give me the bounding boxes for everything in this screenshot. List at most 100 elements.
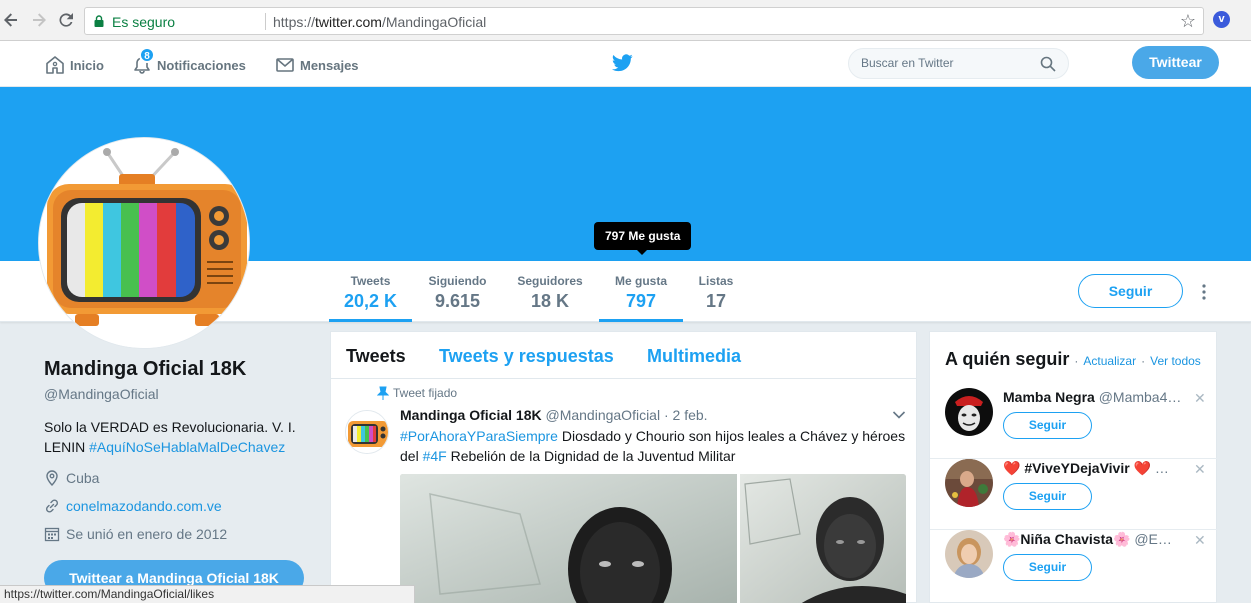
who-to-follow: A quién seguir · Actualizar · Ver todos … (929, 331, 1218, 603)
tweet-author-name[interactable]: Mandinga Oficial 18K (400, 407, 542, 423)
reload-icon[interactable] (57, 11, 75, 29)
title-separator: · (1074, 354, 1079, 368)
notification-count-badge: 8 (139, 47, 155, 63)
tweet-text-part: Rebelión de la Dignidad de la Juventud M… (446, 448, 736, 464)
nav-messages-label: Mensajes (300, 57, 359, 73)
suggestion-handle: @E… (1134, 531, 1172, 547)
stat-tweets[interactable]: Tweets 20,2 K (329, 261, 412, 322)
stat-label: Listas (698, 274, 734, 288)
bio-hashtag-link[interactable]: #AquíNoSeHablaMalDeChavez (89, 439, 285, 455)
stat-value: 9.615 (434, 291, 481, 311)
forward-icon[interactable] (30, 11, 48, 29)
stat-value: 20,2 K (343, 291, 398, 311)
nav-home[interactable]: Inicio (45, 55, 104, 75)
tweet-media[interactable] (400, 474, 906, 603)
masked-face-avatar-image (945, 388, 993, 436)
who-to-follow-title: A quién seguir (945, 349, 1070, 369)
url-host: twitter.com (315, 14, 382, 30)
suggestion-avatar[interactable] (945, 388, 993, 436)
address-divider (265, 13, 266, 30)
tweet-hashtag-link[interactable]: #4F (423, 448, 447, 464)
tweet-date[interactable]: · 2 feb. (664, 407, 708, 423)
stat-label: Siguiendo (428, 274, 487, 288)
suggestion-item: ❤️ #ViveYDejaVivir ❤️ … ✕ Seguir (930, 459, 1218, 530)
suggestion-name: Mamba Negra (1003, 389, 1095, 405)
secure-label: Es seguro (112, 14, 176, 30)
tweet-author-handle[interactable]: @MandingaOficial (545, 407, 660, 423)
dismiss-close-icon[interactable]: ✕ (1194, 461, 1206, 478)
extension-icon[interactable]: v (1213, 11, 1230, 28)
pinned-label: Tweet fijado (393, 386, 458, 400)
suggestion-avatar[interactable] (945, 530, 993, 578)
tweet-hashtag-link[interactable]: #PorAhoraYParaSiempre (400, 428, 558, 444)
title-separator: · (1141, 354, 1146, 368)
refresh-link[interactable]: Actualizar (1083, 354, 1136, 368)
suggestion-avatar[interactable] (945, 459, 993, 507)
twitter-bird-icon[interactable] (612, 54, 633, 72)
hover-underline (599, 319, 683, 322)
timeline-tabs: Tweets Tweets y respuestas Multimedia (331, 332, 916, 379)
joined-text: Se unió en enero de 2012 (66, 526, 228, 542)
likes-tooltip: 797 Me gusta (594, 222, 692, 255)
retro-tv-avatar-image (39, 138, 249, 348)
calendar-icon (44, 527, 60, 542)
tweet-header: Mandinga Oficial 18K @MandingaOficial · … (400, 407, 708, 423)
nav-home-label: Inicio (70, 57, 104, 73)
home-icon (46, 56, 64, 74)
tab-media[interactable]: Multimedia (647, 346, 741, 367)
suggestion-name-line[interactable]: ❤️ #ViveYDejaVivir ❤️ … (1003, 460, 1183, 477)
stat-followers[interactable]: Seguidores 18 K (511, 261, 589, 322)
stat-likes[interactable]: Me gusta 797 (599, 261, 683, 322)
stat-label: Seguidores (517, 274, 583, 288)
nav-notifications-label: Notificaciones (157, 57, 246, 73)
url-scheme: https:// (273, 14, 316, 30)
stat-value: 18 K (530, 291, 570, 311)
stat-value: 797 (625, 291, 657, 311)
profile-avatar[interactable] (38, 137, 250, 349)
stat-value: 17 (705, 291, 727, 311)
person-photo-avatar-image (945, 530, 993, 578)
stat-lists[interactable]: Listas 17 (692, 261, 740, 322)
suggestion-item: 🌸Niña Chavista🌸 @E… ✕ Seguir (930, 530, 1218, 601)
suggestion-handle: … (1154, 460, 1169, 476)
dismiss-close-icon[interactable]: ✕ (1194, 532, 1206, 549)
stat-label: Tweets (350, 274, 391, 288)
suggestion-name-line[interactable]: Mamba Negra @Mamba4… (1003, 389, 1183, 405)
suggestion-name: ❤️ #ViveYDejaVivir ❤️ (1003, 460, 1151, 476)
suggestion-follow-button[interactable]: Seguir (1003, 412, 1092, 439)
more-options-icon[interactable] (1199, 282, 1209, 302)
twitter-top-nav: Inicio Notificaciones 8 Mensajes Twittea… (0, 41, 1251, 87)
tab-tweets-replies[interactable]: Tweets y respuestas (439, 346, 614, 367)
follow-button[interactable]: Seguir (1078, 274, 1183, 308)
profile-name: Mandinga Oficial 18K (44, 358, 247, 380)
address-bar[interactable]: Es seguro https://twitter.com/MandingaOf… (84, 7, 1204, 35)
website-link[interactable]: conelmazodando.com.ve (66, 498, 222, 514)
retro-tv-avatar-image (346, 411, 388, 453)
person-photo-avatar-image (945, 459, 993, 507)
suggestion-follow-button[interactable]: Seguir (1003, 554, 1092, 581)
suggestion-follow-button[interactable]: Seguir (1003, 483, 1092, 510)
tweet-button[interactable]: Twittear (1132, 46, 1219, 79)
search-box[interactable] (848, 48, 1069, 79)
suggestion-item: Mamba Negra @Mamba4… ✕ Seguir (930, 388, 1218, 459)
suggestion-handle: @Mamba4… (1098, 389, 1182, 405)
chevron-down-icon[interactable] (892, 410, 906, 420)
back-icon[interactable] (2, 11, 20, 29)
url-text[interactable]: https://twitter.com/MandingaOficial (273, 14, 486, 30)
nav-messages[interactable]: Mensajes (275, 55, 359, 75)
pin-icon (377, 386, 389, 400)
status-bar-url: https://twitter.com/MandingaOficial/like… (0, 585, 415, 603)
view-all-link[interactable]: Ver todos (1150, 354, 1201, 368)
url-path: /MandingaOficial (381, 14, 487, 30)
suggestion-name-line[interactable]: 🌸Niña Chavista🌸 @E… (1003, 531, 1183, 548)
bookmark-star-icon[interactable]: ☆ (1180, 11, 1196, 32)
tweet-avatar[interactable] (345, 410, 389, 454)
profile-bio: Solo la VERDAD es Revolucionaria. V. I. … (44, 417, 304, 457)
timeline: Tweets Tweets y respuestas Multimedia Tw… (330, 331, 917, 603)
search-icon[interactable] (1040, 56, 1056, 72)
tweet-photo (400, 474, 906, 603)
tab-tweets[interactable]: Tweets (346, 346, 406, 367)
search-input[interactable] (861, 56, 1031, 70)
stat-following[interactable]: Siguiendo 9.615 (420, 261, 495, 322)
dismiss-close-icon[interactable]: ✕ (1194, 390, 1206, 407)
